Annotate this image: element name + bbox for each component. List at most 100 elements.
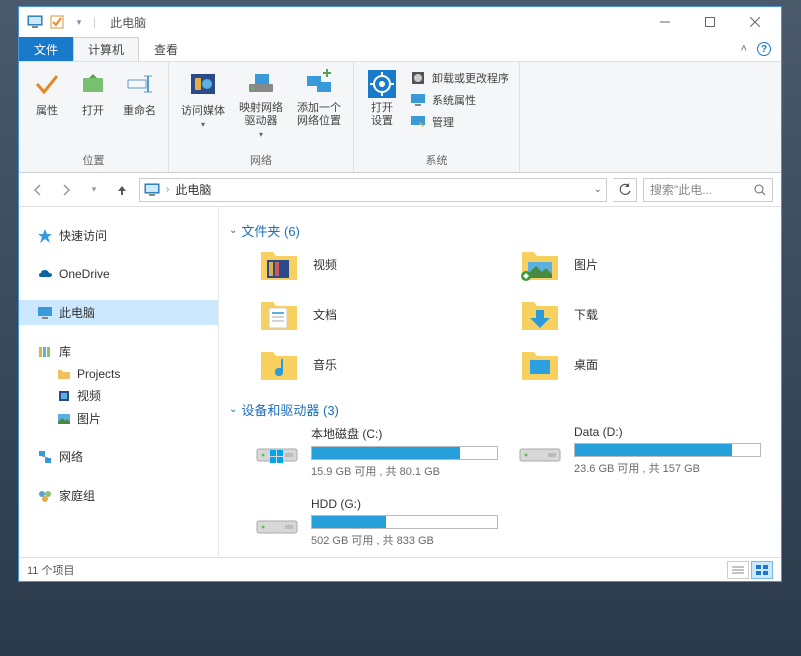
drive-item[interactable]: 本地磁盘 (C:) 15.9 GB 可用 , 共 80.1 GB: [255, 425, 498, 479]
search-icon: [754, 184, 766, 196]
open-icon: [77, 68, 109, 100]
drive-capacity-bar: [311, 515, 498, 529]
folder-music[interactable]: 音乐: [259, 346, 520, 382]
access-media-button[interactable]: 访问媒体 ▾: [175, 66, 231, 131]
map-drive-icon: [245, 68, 277, 100]
folder-icon: [57, 367, 71, 381]
tree-network[interactable]: 网络: [19, 444, 218, 469]
drive-capacity-bar: [574, 443, 761, 457]
status-bar: 11 个项目: [19, 557, 781, 581]
tree-lib-projects[interactable]: Projects: [19, 364, 218, 384]
ribbon-collapse-icon[interactable]: ˄: [741, 43, 747, 55]
tree-lib-pictures[interactable]: 图片: [19, 407, 218, 430]
ribbon-tabstrip: 文件 计算机 查看 ˄ ?: [19, 37, 781, 61]
folder-pictures[interactable]: 图片: [520, 246, 781, 282]
drive-name: 本地磁盘 (C:): [311, 425, 498, 442]
tab-computer[interactable]: 计算机: [73, 37, 139, 61]
checkmark-icon: [31, 68, 63, 100]
view-details-button[interactable]: [727, 561, 749, 579]
tree-this-pc[interactable]: 此电脑: [19, 300, 218, 325]
manage-button[interactable]: 管理: [406, 112, 513, 132]
drive-stats: 502 GB 可用 , 共 833 GB: [311, 532, 498, 548]
content-pane: ⌄ 文件夹 (6) 视频 图片 文档 下载: [219, 207, 781, 557]
film-icon: [57, 389, 71, 403]
manage-icon: [410, 114, 426, 130]
add-location-icon: [303, 68, 335, 100]
search-input[interactable]: 搜索"此电...: [643, 178, 773, 202]
up-button[interactable]: [111, 179, 133, 201]
address-bar[interactable]: › 此电脑 ⌄: [139, 178, 607, 202]
homegroup-icon: [37, 488, 53, 504]
star-icon: [37, 228, 53, 244]
open-button[interactable]: 打开: [71, 66, 115, 120]
sysprops-button[interactable]: 系统属性: [406, 90, 513, 110]
folder-videos[interactable]: 视频: [259, 246, 520, 282]
folder-desktop[interactable]: 桌面: [520, 346, 781, 382]
group-label-network: 网络: [175, 150, 347, 170]
explorer-window: ▾ | 此电脑 文件 计算机 查看 ˄ ? 属性: [18, 6, 782, 582]
navigation-pane: 快速访问 OneDrive 此电脑 库 Projects: [19, 207, 219, 557]
tab-file[interactable]: 文件: [19, 37, 73, 61]
network-icon: [37, 449, 53, 465]
status-item-count: 11 个项目: [27, 562, 74, 578]
chevron-down-icon: ⌄: [229, 225, 237, 236]
tree-quick-access[interactable]: 快速访问: [19, 223, 218, 248]
properties-qat-icon[interactable]: [49, 14, 65, 30]
back-button[interactable]: [27, 179, 49, 201]
section-drives-header[interactable]: ⌄ 设备和驱动器 (3): [219, 396, 781, 425]
drive-item[interactable]: Data (D:) 23.6 GB 可用 , 共 157 GB: [518, 425, 761, 479]
nav-bar: ▾ › 此电脑 ⌄ 搜索"此电...: [19, 173, 781, 207]
drive-stats: 23.6 GB 可用 , 共 157 GB: [574, 460, 761, 476]
maximize-button[interactable]: [687, 8, 732, 36]
address-dropdown-icon[interactable]: ⌄: [594, 184, 602, 195]
tree-lib-videos[interactable]: 视频: [19, 384, 218, 407]
drive-icon: [518, 425, 562, 465]
monitor-icon: [410, 92, 426, 108]
computer-icon: [27, 14, 43, 30]
help-icon[interactable]: ?: [757, 42, 771, 56]
window-title: 此电脑: [110, 14, 146, 31]
drive-icon: [255, 425, 299, 465]
drive-name: Data (D:): [574, 425, 761, 439]
cloud-icon: [37, 266, 53, 282]
tree-libraries[interactable]: 库: [19, 339, 218, 364]
drive-name: HDD (G:): [311, 497, 498, 511]
refresh-button[interactable]: [613, 178, 637, 202]
computer-icon: [144, 182, 160, 198]
add-location-button[interactable]: 添加一个 网络位置: [291, 66, 347, 130]
media-icon: [187, 68, 219, 100]
drive-capacity-bar: [311, 446, 498, 460]
close-button[interactable]: [732, 8, 777, 36]
titlebar: ▾ | 此电脑: [19, 7, 781, 37]
libraries-icon: [37, 344, 53, 360]
computer-icon: [37, 305, 53, 321]
uninstall-icon: [410, 70, 426, 86]
group-label-system: 系统: [360, 150, 513, 170]
picture-icon: [57, 412, 71, 426]
drive-icon: [255, 497, 299, 537]
view-tiles-button[interactable]: [751, 561, 773, 579]
folder-downloads[interactable]: 下载: [520, 296, 781, 332]
tab-view[interactable]: 查看: [139, 37, 193, 61]
qat-dropdown-icon[interactable]: ▾: [71, 14, 87, 30]
drive-stats: 15.9 GB 可用 , 共 80.1 GB: [311, 463, 498, 479]
folder-documents[interactable]: 文档: [259, 296, 520, 332]
uninstall-button[interactable]: 卸载或更改程序: [406, 68, 513, 88]
chevron-down-icon: ⌄: [229, 404, 237, 415]
minimize-button[interactable]: [642, 8, 687, 36]
tree-onedrive[interactable]: OneDrive: [19, 262, 218, 286]
rename-button[interactable]: 重命名: [117, 66, 162, 120]
tree-homegroup[interactable]: 家庭组: [19, 483, 218, 508]
map-drive-button[interactable]: 映射网络 驱动器 ▾: [233, 66, 289, 141]
open-settings-button[interactable]: 打开 设置: [360, 66, 404, 130]
drive-item[interactable]: HDD (G:) 502 GB 可用 , 共 833 GB: [255, 497, 498, 548]
breadcrumb[interactable]: 此电脑: [175, 181, 211, 198]
properties-button[interactable]: 属性: [25, 66, 69, 120]
ribbon: 属性 打开 重命名 位置 访问媒体 ▾: [19, 61, 781, 173]
forward-button[interactable]: [55, 179, 77, 201]
group-label-location: 位置: [25, 150, 162, 170]
rename-icon: [124, 68, 156, 100]
recent-dropdown[interactable]: ▾: [83, 179, 105, 201]
section-folders-header[interactable]: ⌄ 文件夹 (6): [219, 217, 781, 246]
gear-icon: [366, 68, 398, 100]
